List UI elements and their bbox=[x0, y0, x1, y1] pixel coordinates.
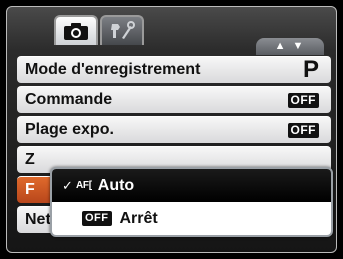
off-badge: OFF bbox=[82, 211, 112, 226]
check-icon: ✓ bbox=[62, 177, 73, 193]
menu-row-label: Mode d'enregistrement bbox=[25, 61, 201, 78]
tab-setup[interactable] bbox=[100, 15, 144, 45]
popup-option-off[interactable]: OFF Arrêt bbox=[52, 202, 331, 235]
camera-menu-screen: ▲ ▼ Mode d'enregistrement P Commande OFF… bbox=[0, 0, 343, 259]
page-scroll-arrows[interactable]: ▲ ▼ bbox=[256, 38, 324, 55]
popup-option-label: Arrêt bbox=[119, 209, 158, 227]
menu-row-value: P bbox=[302, 56, 319, 83]
tab-record[interactable] bbox=[54, 15, 98, 45]
option-popup: ✓ AF[ Auto OFF Arrêt bbox=[50, 167, 333, 237]
menu-row-exposure-range[interactable]: Plage expo. OFF bbox=[17, 116, 331, 143]
menu-row-drive[interactable]: Commande OFF bbox=[17, 86, 331, 113]
popup-option-auto[interactable]: ✓ AF[ Auto bbox=[52, 169, 331, 202]
off-badge: OFF bbox=[287, 122, 319, 138]
menu-row-label: Plage expo. bbox=[25, 121, 114, 138]
camera-icon bbox=[64, 23, 88, 40]
menu-row-label: F bbox=[25, 181, 35, 198]
off-badge: OFF bbox=[287, 92, 319, 108]
menu-row-label: Z bbox=[25, 151, 35, 168]
af-assist-icon: AF[ bbox=[76, 180, 92, 191]
menu-row-record-mode[interactable]: Mode d'enregistrement P bbox=[17, 56, 331, 83]
popup-option-label: Auto bbox=[97, 176, 135, 194]
menu-row-label: Commande bbox=[25, 91, 113, 108]
wrench-icon bbox=[111, 21, 135, 39]
